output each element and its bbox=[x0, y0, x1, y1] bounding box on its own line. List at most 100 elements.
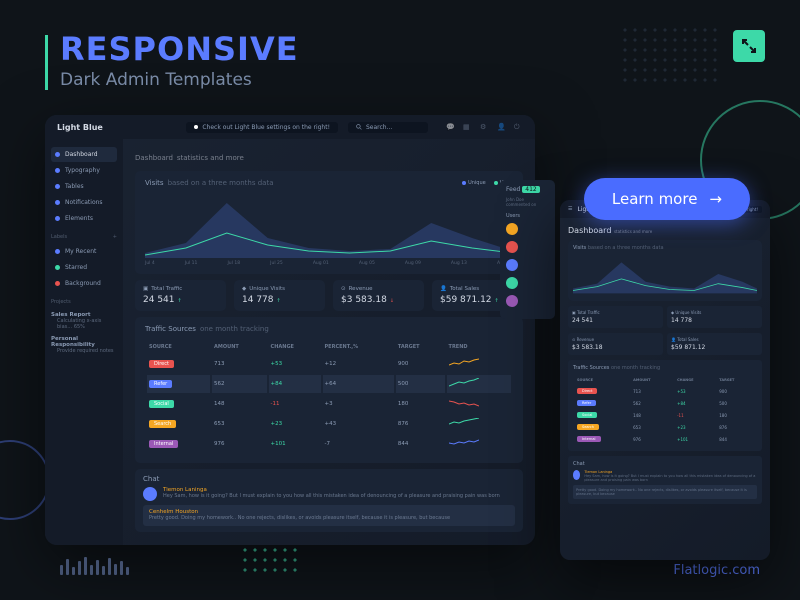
users-panel: Feed 412 John Doe commented on Users bbox=[500, 180, 555, 319]
sidebar-item-typography[interactable]: Typography bbox=[51, 163, 117, 178]
sidebar-projects-header: Projects bbox=[51, 299, 117, 305]
main-content: Dashboard statistics and more Visits bas… bbox=[123, 139, 535, 545]
chart-xaxis: Jul 4Jul 11Jul 18Jul 25Aug 01Aug 05Aug 0… bbox=[145, 261, 513, 266]
user-row[interactable] bbox=[506, 223, 549, 235]
dashboard-mobile: ☰ Light Blue Check out Light Blue settin… bbox=[560, 200, 770, 560]
visits-card: Visits based on a three months data Uniq… bbox=[135, 171, 523, 274]
table-row[interactable]: Refer562+84500 bbox=[575, 398, 755, 408]
user-row[interactable] bbox=[506, 295, 549, 307]
search-icon bbox=[356, 124, 362, 130]
avatar bbox=[573, 470, 580, 480]
decorative-circle bbox=[0, 440, 50, 520]
topbar: Light Blue Check out Light Blue settings… bbox=[45, 115, 535, 139]
sidebar-labels-header: Labels+ bbox=[51, 234, 117, 240]
stats-row: ⊙ Revenue$3 583.18 👤 Total Sales$59 871.… bbox=[568, 333, 762, 355]
decorative-dots bbox=[240, 545, 300, 575]
hero-title: RESPONSIVE bbox=[60, 30, 299, 68]
arrow-right-icon: → bbox=[709, 190, 722, 208]
page-title: Dashboard statistics and more bbox=[568, 226, 762, 235]
avatar bbox=[506, 223, 518, 235]
table-row[interactable]: Direct713+53+12900 bbox=[147, 355, 511, 373]
traffic-sources-card: Traffic Sources one month tracking SOURC… bbox=[568, 360, 762, 451]
card-title: Traffic Sources bbox=[145, 325, 196, 333]
chat-message[interactable]: Tiemon LaningaHey Sam, how is it going? … bbox=[143, 487, 515, 501]
gear-icon[interactable]: ⚙ bbox=[480, 123, 489, 132]
page-title: Dashboard statistics and more bbox=[135, 149, 523, 163]
hero-subtitle: Dark Admin Templates bbox=[60, 70, 299, 90]
stat-traffic: ▣ Total Traffic24 541 ↑ bbox=[135, 280, 226, 311]
table-row[interactable]: Internal976+101-7844 bbox=[147, 435, 511, 453]
decorative-dots bbox=[620, 25, 720, 85]
dot-icon bbox=[55, 168, 60, 173]
sidebar-project[interactable]: Sales ReportCalculating x-axis bias… 65% bbox=[51, 309, 117, 333]
plus-icon[interactable]: + bbox=[113, 234, 117, 240]
info-icon bbox=[194, 125, 198, 129]
menu-icon[interactable]: ☰ bbox=[568, 206, 572, 212]
topbar-icons: 💬 ▦ ⚙ 👤 ⏻ bbox=[446, 123, 523, 132]
search-input[interactable]: Search... bbox=[348, 122, 428, 133]
sidebar-item-elements[interactable]: Elements bbox=[51, 211, 117, 226]
table-row[interactable]: Search653+23+43876 bbox=[147, 415, 511, 433]
user-row[interactable] bbox=[506, 241, 549, 253]
traffic-table: SOURCEAMOUNTCHANGEPERCENT.,%TARGETTREND … bbox=[145, 339, 513, 455]
sidebar-item-dashboard[interactable]: Dashboard bbox=[51, 147, 117, 162]
visits-card: Visits based on a three months data bbox=[568, 240, 762, 301]
dot-icon bbox=[55, 200, 60, 205]
dot-icon bbox=[55, 152, 60, 157]
avatar bbox=[506, 295, 518, 307]
sidebar-label-background[interactable]: Background bbox=[51, 276, 117, 291]
expand-icon[interactable] bbox=[733, 30, 765, 62]
sidebar-label-recent[interactable]: My Recent bbox=[51, 244, 117, 259]
brand-footer[interactable]: Flatlogic.com bbox=[673, 563, 760, 578]
dot-icon bbox=[55, 249, 60, 254]
user-row[interactable] bbox=[506, 259, 549, 271]
dot-icon bbox=[55, 265, 60, 270]
chat-message[interactable]: Cenhelm Houston Pretty good. Doing my ho… bbox=[143, 505, 515, 526]
dashboard-desktop: Light Blue Check out Light Blue settings… bbox=[45, 115, 535, 545]
sidebar-project[interactable]: Personal ResponsibilityProvide required … bbox=[51, 333, 117, 357]
learn-more-button[interactable]: Learn more→ bbox=[584, 178, 750, 220]
stat-unique: ◆ Unique Visits14 778 ↑ bbox=[234, 280, 325, 311]
visits-chart bbox=[573, 254, 757, 294]
table-row[interactable]: Refer562+84+64500 bbox=[147, 375, 511, 393]
brand-logo[interactable]: Light Blue bbox=[57, 123, 103, 132]
avatar bbox=[506, 259, 518, 271]
top-notice[interactable]: Check out Light Blue settings on the rig… bbox=[186, 122, 338, 133]
sidebar: Dashboard Typography Tables Notification… bbox=[45, 139, 123, 545]
chat-card: Chat Tiemon LaningaHey Sam, how is it go… bbox=[135, 469, 523, 532]
avatar bbox=[506, 241, 518, 253]
table-row[interactable]: Social148-11180 bbox=[575, 410, 755, 420]
traffic-sources-card: Traffic Sourcesone month tracking SOURCE… bbox=[135, 317, 523, 463]
sidebar-item-tables[interactable]: Tables bbox=[51, 179, 117, 194]
table-row[interactable]: Internal976+101844 bbox=[575, 434, 755, 444]
stats-row: ▣ Total Traffic24 541 ↑ ◆ Unique Visits1… bbox=[135, 280, 523, 311]
table-row[interactable]: Search653+23876 bbox=[575, 422, 755, 432]
chat-card: Chat Tiemon LaningaHey Sam, how is it go… bbox=[568, 456, 762, 504]
stat-traffic: ▣ Total Traffic24 541 bbox=[568, 306, 663, 328]
avatar bbox=[506, 277, 518, 289]
stat-revenue: ⊙ Revenue$3 583.18 bbox=[568, 333, 663, 355]
decorative-equalizer bbox=[60, 557, 129, 575]
stats-row: ▣ Total Traffic24 541 ◆ Unique Visits14 … bbox=[568, 306, 762, 328]
sidebar-item-notifications[interactable]: Notifications bbox=[51, 195, 117, 210]
table-row[interactable]: Direct713+53900 bbox=[575, 386, 755, 396]
chat-icon[interactable]: 💬 bbox=[446, 123, 455, 132]
hero-accent-bar bbox=[45, 35, 48, 90]
power-icon[interactable]: ⏻ bbox=[514, 123, 523, 132]
user-row[interactable] bbox=[506, 277, 549, 289]
card-title: Visits bbox=[145, 179, 164, 187]
dot-icon bbox=[55, 184, 60, 189]
visits-chart bbox=[145, 193, 513, 258]
avatar bbox=[143, 487, 157, 501]
user-icon[interactable]: 👤 bbox=[497, 123, 506, 132]
stat-revenue: ⊙ Revenue$3 583.18 ↓ bbox=[333, 280, 424, 311]
stat-unique: ◆ Unique Visits14 778 bbox=[667, 306, 762, 328]
stat-sales: 👤 Total Sales$59 871.12 bbox=[667, 333, 762, 355]
sidebar-label-starred[interactable]: Starred bbox=[51, 260, 117, 275]
table-row[interactable]: Social148-11+3180 bbox=[147, 395, 511, 413]
dot-icon bbox=[55, 281, 60, 286]
card-title: Chat bbox=[143, 475, 159, 483]
grid-icon[interactable]: ▦ bbox=[463, 123, 472, 132]
hero: RESPONSIVE Dark Admin Templates bbox=[60, 30, 299, 90]
dot-icon bbox=[55, 216, 60, 221]
